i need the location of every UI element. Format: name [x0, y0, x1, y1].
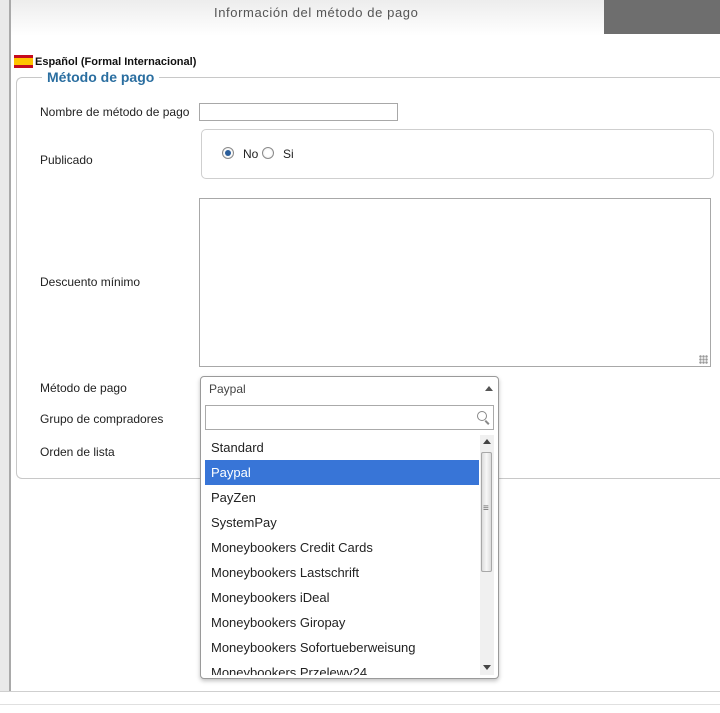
published-label: Publicado [40, 153, 93, 167]
payment-method-label: Método de pago [40, 381, 127, 395]
list-order-label: Orden de lista [40, 445, 115, 459]
published-yes-radio[interactable] [262, 147, 274, 159]
dropdown-search-input[interactable] [205, 405, 494, 430]
scroll-down-icon[interactable] [483, 665, 491, 670]
name-label: Nombre de método de pago [40, 105, 190, 119]
dropdown-option[interactable]: SystemPay [205, 510, 479, 535]
language-indicator: Español (Formal Internacional) [14, 55, 196, 68]
published-radio-group [201, 129, 714, 179]
header-bar: Información del método de pago [11, 0, 604, 36]
dropdown-options-list: Standard Paypal PayZen SystemPay Moneybo… [205, 435, 479, 675]
dropdown-option[interactable]: Moneybookers Lastschrift [205, 560, 479, 585]
dropdown-option[interactable]: PayZen [205, 485, 479, 510]
footer-divider-secondary [0, 704, 720, 705]
published-no-label[interactable]: No [243, 147, 258, 161]
fieldset-legend: Método de pago [42, 69, 160, 85]
dropdown-scrollbar[interactable] [480, 435, 494, 675]
dropdown-selected-value[interactable]: Paypal [209, 382, 246, 396]
payment-name-input[interactable] [199, 103, 398, 121]
resize-grip-icon[interactable] [699, 355, 708, 364]
dropdown-option[interactable]: Moneybookers Credit Cards [205, 535, 479, 560]
dropdown-option[interactable]: Standard [205, 435, 479, 460]
left-rail [0, 0, 9, 692]
left-rail-divider [9, 0, 11, 692]
min-discount-textarea[interactable] [199, 198, 711, 367]
dropdown-option-selected[interactable]: Paypal [205, 460, 479, 485]
dropdown-option[interactable]: Moneybookers iDeal [205, 585, 479, 610]
chevron-up-icon[interactable] [485, 386, 493, 391]
dropdown-option[interactable]: Moneybookers Giropay [205, 610, 479, 635]
buyer-group-label: Grupo de compradores [40, 412, 164, 426]
page-title: Información del método de pago [214, 5, 419, 20]
scroll-up-icon[interactable] [483, 439, 491, 444]
min-discount-label: Descuento mínimo [40, 275, 141, 289]
published-no-radio[interactable] [222, 147, 234, 159]
footer-divider [0, 691, 720, 692]
header-dark-panel [604, 0, 720, 34]
dropdown-option[interactable]: Moneybookers Sofortueberweisung [205, 635, 479, 660]
search-icon [477, 411, 487, 421]
scrollbar-thumb[interactable] [481, 452, 492, 572]
dropdown-option[interactable]: Moneybookers Przelewy24 [205, 660, 479, 675]
published-yes-label[interactable]: Si [283, 147, 294, 161]
payment-method-dropdown[interactable]: Paypal Standard Paypal PayZen SystemPay … [200, 376, 499, 679]
language-label: Español (Formal Internacional) [35, 55, 197, 68]
spain-flag-icon [14, 55, 33, 68]
